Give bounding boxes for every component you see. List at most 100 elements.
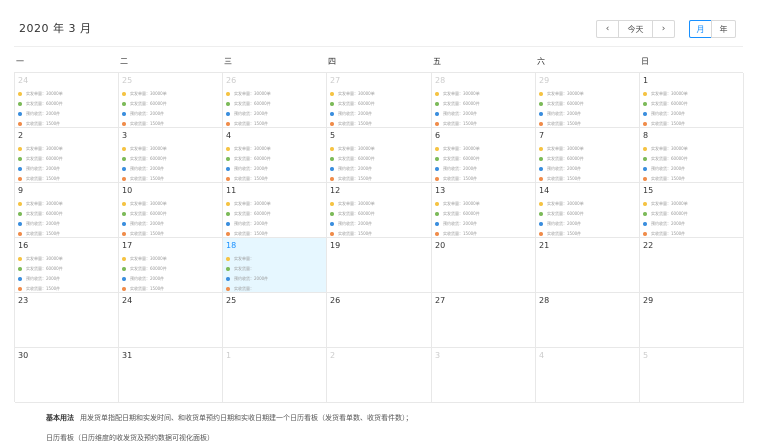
calendar-event[interactable]: 实收货量：1500件 bbox=[539, 229, 637, 237]
calendar-event[interactable]: 实发单量：30000单 bbox=[122, 89, 220, 99]
calendar-event[interactable]: 实发单量：30000单 bbox=[226, 144, 324, 154]
calendar-day-cell[interactable]: 10 实发单量：30000单 实发货量：60000件 预约收货：2000件 实收货量：1… bbox=[119, 183, 223, 238]
calendar-event[interactable]: 实发单量：30000单 bbox=[643, 144, 741, 154]
calendar-day-cell[interactable]: 29 bbox=[640, 293, 744, 348]
calendar-event[interactable]: 实收货量：1500件 bbox=[435, 229, 533, 237]
calendar-event[interactable]: 实收货量：1500件 bbox=[643, 174, 741, 182]
calendar-event[interactable]: 预约收货：2000件 bbox=[122, 274, 220, 284]
calendar-event[interactable]: 预约收货：2000件 bbox=[539, 219, 637, 229]
calendar-event[interactable]: 实发货量：60000件 bbox=[226, 209, 324, 219]
calendar-event[interactable]: 实收货量： bbox=[226, 284, 324, 292]
calendar-event[interactable]: 预约收货：2000件 bbox=[330, 219, 429, 229]
calendar-event[interactable]: 预约收货：2000件 bbox=[435, 109, 533, 119]
calendar-day-cell[interactable]: 9 实发单量：30000单 实发货量：60000件 预约收货：2000件 实收货量：15… bbox=[15, 183, 119, 238]
calendar-event[interactable]: 预约收货：2000件 bbox=[643, 109, 741, 119]
calendar-event[interactable]: 实收货量：1500件 bbox=[226, 229, 324, 237]
calendar-event[interactable]: 实收货量：1500件 bbox=[122, 229, 220, 237]
calendar-event[interactable]: 预约收货：2000件 bbox=[643, 219, 741, 229]
calendar-day-cell[interactable]: 5 bbox=[640, 348, 744, 403]
calendar-event[interactable]: 预约收货：2000件 bbox=[18, 274, 116, 284]
calendar-event[interactable]: 实发货量：60000件 bbox=[122, 99, 220, 109]
calendar-day-cell[interactable]: 4 实发单量：30000单 实发货量：60000件 预约收货：2000件 实收货量：15… bbox=[223, 128, 327, 183]
calendar-day-cell[interactable]: 26 bbox=[327, 293, 432, 348]
calendar-event[interactable]: 实发货量：60000件 bbox=[18, 154, 116, 164]
calendar-day-cell[interactable]: 11 实发单量：30000单 实发货量：60000件 预约收货：2000件 实收货量：1… bbox=[223, 183, 327, 238]
year-view-button[interactable]: 年 bbox=[711, 20, 736, 38]
calendar-event[interactable]: 实发单量：30000单 bbox=[122, 254, 220, 264]
calendar-event[interactable]: 实收货量：1500件 bbox=[330, 174, 429, 182]
calendar-event[interactable]: 实发货量：60000件 bbox=[539, 154, 637, 164]
calendar-event[interactable]: 实收货量：1500件 bbox=[18, 229, 116, 237]
calendar-event[interactable]: 实收货量：1500件 bbox=[18, 174, 116, 182]
calendar-event[interactable]: 实发单量：30000单 bbox=[643, 89, 741, 99]
calendar-day-cell[interactable]: 18 实发单量： 实发货量： 预约收货：2000件 实收货量： bbox=[223, 238, 327, 293]
calendar-event[interactable]: 实发货量：60000件 bbox=[435, 99, 533, 109]
calendar-event[interactable]: 实发单量：30000单 bbox=[539, 199, 637, 209]
calendar-event[interactable]: 实发单量：30000单 bbox=[18, 89, 116, 99]
calendar-day-cell[interactable]: 7 实发单量：30000单 实发货量：60000件 预约收货：2000件 实收货量：15… bbox=[536, 128, 640, 183]
calendar-day-cell[interactable]: 31 bbox=[119, 348, 223, 403]
calendar-event[interactable]: 实发货量：60000件 bbox=[643, 99, 741, 109]
calendar-day-cell[interactable]: 1 bbox=[223, 348, 327, 403]
calendar-day-cell[interactable]: 21 bbox=[536, 238, 640, 293]
today-button[interactable]: 今天 bbox=[618, 20, 653, 38]
calendar-event[interactable]: 实发货量：60000件 bbox=[330, 209, 429, 219]
calendar-event[interactable]: 预约收货：2000件 bbox=[122, 164, 220, 174]
calendar-day-cell[interactable]: 3 bbox=[432, 348, 536, 403]
calendar-event[interactable]: 实发货量：60000件 bbox=[330, 99, 429, 109]
calendar-event[interactable]: 预约收货：2000件 bbox=[18, 109, 116, 119]
calendar-event[interactable]: 实发单量：30000单 bbox=[330, 89, 429, 99]
calendar-day-cell[interactable]: 23 bbox=[15, 293, 119, 348]
calendar-event[interactable]: 实发货量：60000件 bbox=[122, 264, 220, 274]
calendar-event[interactable]: 实收货量：1500件 bbox=[330, 119, 429, 127]
calendar-event[interactable]: 实发货量：60000件 bbox=[122, 209, 220, 219]
calendar-event[interactable]: 实收货量：1500件 bbox=[539, 119, 637, 127]
calendar-event[interactable]: 预约收货：2000件 bbox=[643, 164, 741, 174]
calendar-event[interactable]: 实发货量：60000件 bbox=[18, 209, 116, 219]
calendar-day-cell[interactable]: 17 实发单量：30000单 实发货量：60000件 预约收货：2000件 实收货量：1… bbox=[119, 238, 223, 293]
calendar-event[interactable]: 预约收货：2000件 bbox=[435, 164, 533, 174]
calendar-event[interactable]: 预约收货：2000件 bbox=[539, 109, 637, 119]
calendar-event[interactable]: 预约收货：2000件 bbox=[226, 274, 324, 284]
calendar-day-cell[interactable]: 4 bbox=[536, 348, 640, 403]
calendar-event[interactable]: 实发货量：60000件 bbox=[539, 209, 637, 219]
calendar-day-cell[interactable]: 20 bbox=[432, 238, 536, 293]
calendar-event[interactable]: 实发货量：60000件 bbox=[122, 154, 220, 164]
calendar-day-cell[interactable]: 24 实发单量：30000单 实发货量：60000件 预约收货：2000件 实收货量：1… bbox=[15, 73, 119, 128]
calendar-day-cell[interactable]: 30 bbox=[15, 348, 119, 403]
calendar-day-cell[interactable]: 25 实发单量：30000单 实发货量：60000件 预约收货：2000件 实收货量：1… bbox=[119, 73, 223, 128]
calendar-day-cell[interactable]: 25 bbox=[223, 293, 327, 348]
calendar-event[interactable]: 实发货量：60000件 bbox=[226, 99, 324, 109]
calendar-day-cell[interactable]: 8 实发单量：30000单 实发货量：60000件 预约收货：2000件 实收货量：15… bbox=[640, 128, 744, 183]
calendar-event[interactable]: 实发单量：30000单 bbox=[330, 199, 429, 209]
month-view-button[interactable]: 月 bbox=[689, 20, 712, 38]
calendar-event[interactable]: 预约收货：2000件 bbox=[18, 164, 116, 174]
calendar-event[interactable]: 实收货量：1500件 bbox=[122, 284, 220, 292]
calendar-event[interactable]: 预约收货：2000件 bbox=[539, 164, 637, 174]
calendar-event[interactable]: 实发货量：60000件 bbox=[18, 99, 116, 109]
calendar-event[interactable]: 实发货量：60000件 bbox=[539, 99, 637, 109]
calendar-day-cell[interactable]: 29 实发单量：30000单 实发货量：60000件 预约收货：2000件 实收货量：1… bbox=[536, 73, 640, 128]
prev-month-button[interactable]: ‹ bbox=[596, 20, 619, 38]
calendar-event[interactable]: 预约收货：2000件 bbox=[330, 109, 429, 119]
calendar-event[interactable]: 实发单量：30000单 bbox=[643, 199, 741, 209]
calendar-event[interactable]: 实收货量：1500件 bbox=[18, 284, 116, 292]
calendar-day-cell[interactable]: 5 实发单量：30000单 实发货量：60000件 预约收货：2000件 实收货量：15… bbox=[327, 128, 432, 183]
calendar-event[interactable]: 实发货量：60000件 bbox=[435, 209, 533, 219]
calendar-day-cell[interactable]: 12 实发单量：30000单 实发货量：60000件 预约收货：2000件 实收货量：1… bbox=[327, 183, 432, 238]
calendar-event[interactable]: 预约收货：2000件 bbox=[122, 219, 220, 229]
calendar-event[interactable]: 预约收货：2000件 bbox=[18, 219, 116, 229]
calendar-event[interactable]: 预约收货：2000件 bbox=[122, 109, 220, 119]
calendar-event[interactable]: 实发单量：30000单 bbox=[226, 199, 324, 209]
calendar-event[interactable]: 预约收货：2000件 bbox=[226, 109, 324, 119]
calendar-day-cell[interactable]: 28 bbox=[536, 293, 640, 348]
calendar-day-cell[interactable]: 24 bbox=[119, 293, 223, 348]
calendar-event[interactable]: 实收货量：1500件 bbox=[435, 174, 533, 182]
calendar-day-cell[interactable]: 19 bbox=[327, 238, 432, 293]
calendar-day-cell[interactable]: 13 实发单量：30000单 实发货量：60000件 预约收货：2000件 实收货量：1… bbox=[432, 183, 536, 238]
calendar-event[interactable]: 实发货量：60000件 bbox=[643, 154, 741, 164]
calendar-event[interactable]: 预约收货：2000件 bbox=[435, 219, 533, 229]
calendar-event[interactable]: 实发单量：30000单 bbox=[435, 144, 533, 154]
calendar-event[interactable]: 实发单量：30000单 bbox=[122, 144, 220, 154]
calendar-day-cell[interactable]: 14 实发单量：30000单 实发货量：60000件 预约收货：2000件 实收货量：1… bbox=[536, 183, 640, 238]
